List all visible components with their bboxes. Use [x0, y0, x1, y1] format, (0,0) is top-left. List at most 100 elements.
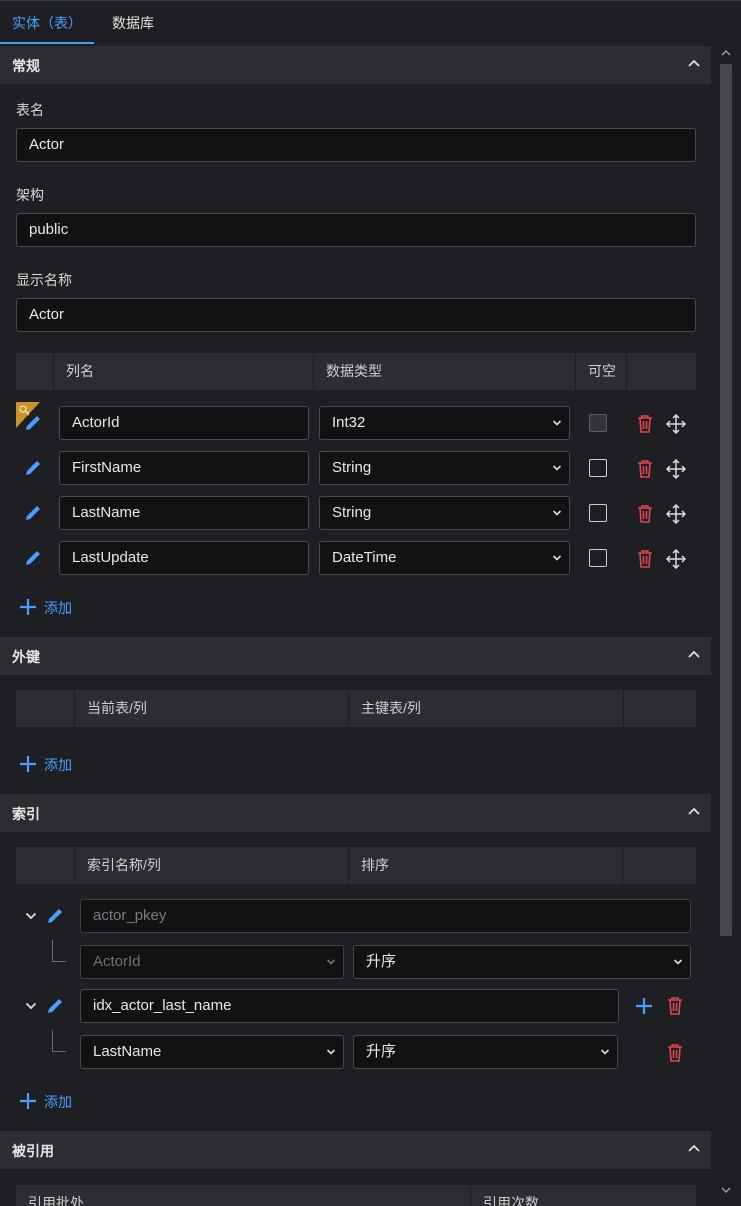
add-label: 添加	[44, 1094, 72, 1110]
delete-icon[interactable]	[636, 549, 654, 569]
delete-icon[interactable]	[636, 459, 654, 479]
schema-label: 架构	[16, 187, 44, 203]
column-type-select[interactable]: DateTime	[319, 541, 570, 575]
section-title: 外键	[12, 649, 40, 665]
index-column-select[interactable]: LastName	[80, 1035, 344, 1069]
add-foreign-key-button[interactable]: 添加	[18, 753, 118, 775]
column-type-value: String	[332, 459, 372, 476]
column-type-select[interactable]: String	[319, 496, 570, 530]
nullable-checkbox[interactable]	[589, 414, 607, 432]
section-indexes-header[interactable]: 索引	[0, 794, 711, 832]
column-name-input[interactable]: FirstName	[59, 451, 309, 485]
add-index-button[interactable]: 添加	[18, 1090, 118, 1112]
table-name-label: 表名	[16, 102, 44, 118]
section-title: 常规	[12, 58, 40, 74]
move-icon[interactable]	[666, 504, 686, 524]
move-icon[interactable]	[666, 414, 686, 434]
index-order-select[interactable]: 升序	[353, 945, 691, 979]
ref-header-table: 引用批处	[28, 1195, 84, 1206]
plus-icon	[18, 1091, 38, 1111]
move-icon[interactable]	[666, 459, 686, 479]
column-name-input[interactable]: LastName	[59, 496, 309, 530]
index-name-input[interactable]: idx_actor_last_name	[80, 989, 619, 1023]
collapse-icon[interactable]	[686, 56, 702, 72]
edit-pencil-icon[interactable]	[22, 502, 44, 524]
expand-chevron-icon[interactable]	[24, 999, 38, 1013]
column-header-type: 数据类型	[313, 353, 575, 390]
edit-pencil-icon[interactable]	[22, 412, 44, 434]
collapse-icon[interactable]	[686, 804, 702, 820]
delete-icon[interactable]	[636, 504, 654, 524]
columns-grid-header: 列名 数据类型 可空	[16, 353, 696, 390]
chevron-down-icon	[552, 509, 562, 517]
section-general-header[interactable]: 常规	[0, 46, 711, 84]
edit-pencil-icon[interactable]	[22, 457, 44, 479]
table-name-input[interactable]: Actor	[16, 128, 696, 162]
collapse-icon[interactable]	[686, 1141, 702, 1157]
index-column-value: ActorId	[93, 953, 141, 970]
delete-icon[interactable]	[666, 1043, 684, 1063]
index-header-actions	[622, 847, 696, 884]
index-order-value: 升序	[366, 953, 397, 970]
edit-pencil-icon[interactable]	[44, 995, 66, 1017]
index-order-select[interactable]: 升序	[353, 1035, 618, 1069]
fk-header-current: 当前表/列	[74, 690, 348, 727]
index-order-value: 升序	[366, 1043, 397, 1060]
indexes-grid-header: 索引名称/列 排序	[16, 847, 696, 884]
column-type-select[interactable]: Int32	[319, 406, 570, 440]
index-column-select[interactable]: ActorId	[80, 945, 344, 979]
nullable-checkbox[interactable]	[589, 504, 607, 522]
column-name-input[interactable]: ActorId	[59, 406, 309, 440]
column-type-select[interactable]: String	[319, 451, 570, 485]
index-header-name: 索引名称/列	[74, 847, 348, 884]
chevron-down-icon	[326, 958, 336, 966]
fk-header-primary: 主键表/列	[348, 690, 623, 727]
add-index-column-icon[interactable]	[634, 996, 654, 1016]
tab-database[interactable]: 数据库	[100, 1, 166, 44]
column-type-value: String	[332, 504, 372, 521]
chevron-down-icon	[552, 419, 562, 427]
add-label: 添加	[44, 757, 72, 773]
referenced-grid-header-clip: 引用批处 引用次数	[16, 1185, 696, 1206]
section-referenced-header[interactable]: 被引用	[0, 1131, 711, 1169]
index-header-order: 排序	[348, 847, 622, 884]
scroll-down-icon[interactable]	[719, 1183, 733, 1197]
column-header-nullable: 可空	[575, 353, 626, 390]
section-foreign-keys-header[interactable]: 外键	[0, 637, 711, 675]
tab-entity[interactable]: 实体（表）	[0, 1, 94, 44]
foreign-keys-grid-header: 当前表/列 主键表/列	[16, 690, 696, 727]
index-name-input[interactable]: actor_pkey	[80, 899, 691, 933]
add-column-button[interactable]: 添加	[18, 596, 118, 618]
scrollbar-thumb[interactable]	[720, 64, 732, 936]
move-icon[interactable]	[666, 549, 686, 569]
edit-pencil-icon[interactable]	[44, 905, 66, 927]
scroll-up-icon[interactable]	[719, 46, 733, 60]
edit-pencil-icon[interactable]	[22, 547, 44, 569]
delete-icon[interactable]	[666, 996, 684, 1016]
add-label: 添加	[44, 600, 72, 616]
schema-input[interactable]: public	[16, 213, 696, 247]
collapse-icon[interactable]	[686, 647, 702, 663]
column-header-name: 列名	[53, 353, 313, 390]
chevron-down-icon	[326, 1048, 336, 1056]
tree-connector	[52, 940, 66, 962]
chevron-down-icon	[552, 464, 562, 472]
plus-icon	[18, 754, 38, 774]
chevron-down-icon	[600, 1048, 610, 1056]
column-header-actions	[626, 353, 696, 390]
chevron-down-icon	[552, 554, 562, 562]
nullable-checkbox[interactable]	[589, 459, 607, 477]
fk-header-actions	[623, 690, 696, 727]
ref-header-count: 引用次数	[470, 1185, 696, 1206]
expand-chevron-icon[interactable]	[24, 909, 38, 923]
index-column-value: LastName	[93, 1043, 162, 1060]
display-name-label: 显示名称	[16, 272, 72, 288]
column-name-input[interactable]: LastUpdate	[59, 541, 309, 575]
column-type-value: Int32	[332, 414, 366, 431]
nullable-checkbox[interactable]	[589, 549, 607, 567]
display-name-input[interactable]: Actor	[16, 298, 696, 332]
tab-bar: 实体（表） 数据库	[0, 0, 741, 44]
delete-icon[interactable]	[636, 414, 654, 434]
tree-connector	[52, 1030, 66, 1052]
plus-icon	[18, 597, 38, 617]
